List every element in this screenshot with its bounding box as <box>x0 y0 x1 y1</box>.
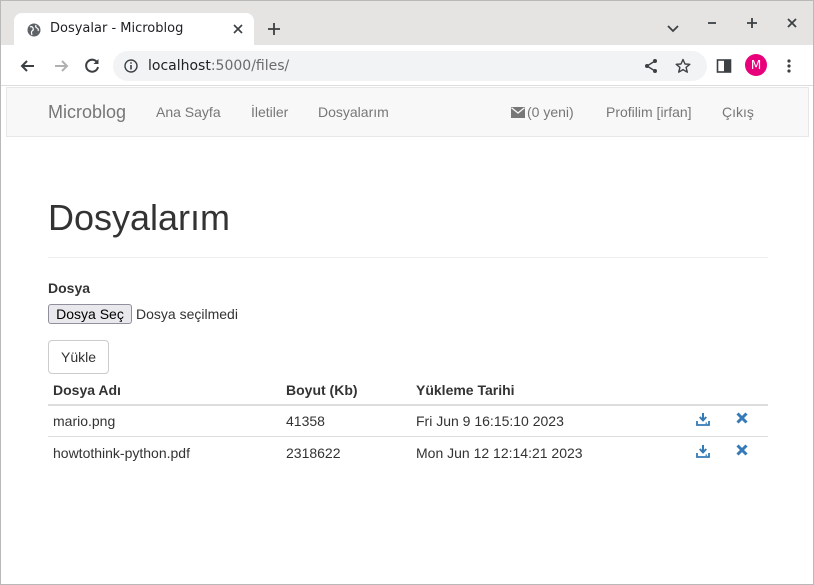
maximize-icon[interactable] <box>744 15 760 31</box>
site-navbar: Microblog Ana Sayfa İletiler Dosyalarım … <box>6 87 809 137</box>
side-panel-icon[interactable] <box>716 58 732 74</box>
messages-count: (0 yeni) <box>527 104 574 120</box>
nav-link-profile[interactable]: Profilim [irfan] <box>606 104 692 120</box>
url-host: localhost <box>148 58 211 74</box>
file-size-cell: 41358 <box>286 413 325 429</box>
file-field-label: Dosya <box>48 280 91 296</box>
remove-icon[interactable] <box>735 411 749 425</box>
profile-avatar[interactable]: M <box>745 54 767 76</box>
table-row: howtothink-python.pdf 2318622 Mon Jun 12… <box>48 437 768 469</box>
close-window-icon[interactable] <box>784 15 800 31</box>
browser-window: Dosyalar - Microblog localhost:5000/file… <box>0 0 814 585</box>
file-name-cell: howtothink-python.pdf <box>53 445 190 461</box>
bookmark-star-icon[interactable] <box>675 58 691 74</box>
download-icon[interactable] <box>696 412 710 426</box>
url-text: localhost:5000/files/ <box>148 58 289 74</box>
address-bar[interactable]: localhost:5000/files/ <box>113 51 707 81</box>
menu-dots-icon[interactable] <box>781 58 797 74</box>
choose-file-button[interactable]: Dosya Seç <box>48 304 132 324</box>
file-size-cell: 2318622 <box>286 445 341 461</box>
reload-icon[interactable] <box>82 56 102 76</box>
close-tab-icon[interactable] <box>230 21 246 37</box>
tab-strip: Dosyalar - Microblog <box>1 1 813 46</box>
nav-link-messages[interactable]: (0 yeni) <box>511 104 574 120</box>
title-divider <box>48 257 768 258</box>
download-icon[interactable] <box>696 444 710 458</box>
header-upload-date: Yükleme Tarihi <box>416 382 515 398</box>
table-row: mario.png 41358 Fri Jun 9 16:15:10 2023 <box>48 405 768 437</box>
file-name-cell: mario.png <box>53 413 116 429</box>
tab-search-icon[interactable] <box>665 21 681 37</box>
back-arrow-icon[interactable] <box>18 56 38 76</box>
nav-link-home[interactable]: Ana Sayfa <box>156 104 221 120</box>
header-file-size: Boyut (Kb) <box>286 382 358 398</box>
nav-link-files[interactable]: Dosyalarım <box>318 104 389 120</box>
browser-tab[interactable]: Dosyalar - Microblog <box>14 13 254 46</box>
nav-link-logout[interactable]: Çıkış <box>722 104 754 120</box>
nav-link-posts[interactable]: İletiler <box>251 104 288 120</box>
page-title: Dosyalarım <box>48 197 231 238</box>
upload-button[interactable]: Yükle <box>48 340 109 374</box>
share-icon[interactable] <box>643 58 659 74</box>
tab-title: Dosyalar - Microblog <box>50 21 184 36</box>
upload-date-cell: Fri Jun 9 16:15:10 2023 <box>416 413 564 429</box>
info-icon[interactable] <box>124 59 138 73</box>
new-tab-icon[interactable] <box>266 21 282 37</box>
globe-icon <box>27 23 41 37</box>
envelope-icon <box>511 107 525 118</box>
header-file-name: Dosya Adı <box>53 382 121 398</box>
forward-arrow-icon[interactable] <box>51 56 71 76</box>
url-path: :5000/files/ <box>210 58 290 74</box>
upload-date-cell: Mon Jun 12 12:14:21 2023 <box>416 445 583 461</box>
minimize-icon[interactable] <box>704 15 720 31</box>
remove-icon[interactable] <box>735 443 749 457</box>
no-file-chosen-text: Dosya seçilmedi <box>136 306 238 322</box>
browser-toolbar: localhost:5000/files/ M <box>1 45 813 86</box>
navbar-brand[interactable]: Microblog <box>48 102 126 123</box>
